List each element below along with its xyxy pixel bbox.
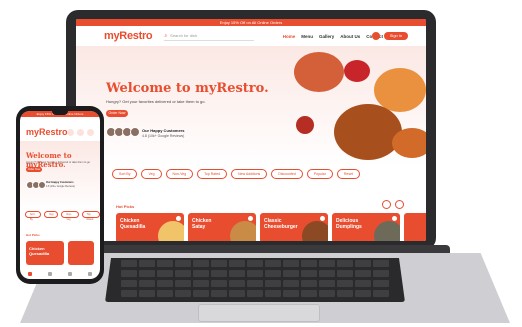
phone-bottom-nav bbox=[20, 269, 100, 279]
laptop-screen: Enjoy 15% Off on All Online Orders myRes… bbox=[76, 19, 426, 241]
filter-popular[interactable]: Popular bbox=[306, 169, 333, 179]
nav-gallery[interactable]: Gallery bbox=[319, 34, 334, 39]
heart-icon[interactable] bbox=[176, 216, 181, 221]
food-image bbox=[344, 60, 370, 82]
avatar bbox=[130, 127, 140, 137]
rating-text: 4.8 (10k+ Google Reviews) bbox=[142, 134, 185, 138]
filter-nonveg[interactable]: Non-Veg bbox=[165, 169, 194, 179]
avatar bbox=[38, 181, 46, 189]
phone-product-card[interactable] bbox=[68, 241, 94, 265]
card-title: Chicken Quesadilla bbox=[29, 246, 50, 256]
home-icon[interactable] bbox=[28, 272, 32, 276]
hero bbox=[76, 46, 426, 166]
menu-icon[interactable] bbox=[87, 129, 94, 136]
keyboard bbox=[105, 258, 405, 302]
filter-sort[interactable]: Sort By bbox=[25, 211, 42, 221]
product-card[interactable]: Delicious Dumplings bbox=[332, 213, 400, 241]
phone-screen: Enjoy 15% Off on All Online Orders myRes… bbox=[20, 111, 100, 279]
phone-order-button[interactable]: Order Now bbox=[26, 167, 42, 172]
hero-title: Welcome to myRestro. bbox=[106, 81, 269, 96]
navbar: myRestro ⌕ Search for dish Home Menu Gal… bbox=[76, 26, 426, 46]
menu-icon[interactable] bbox=[48, 272, 52, 276]
phone-product-card[interactable]: Chicken Quesadilla bbox=[26, 241, 64, 265]
food-image bbox=[302, 221, 328, 241]
customer-avatars bbox=[106, 127, 140, 137]
search-icon[interactable] bbox=[67, 129, 74, 136]
search-icon: ⌕ bbox=[164, 32, 168, 39]
search-placeholder: Search for dish bbox=[170, 33, 198, 38]
next-arrow-icon[interactable] bbox=[395, 200, 404, 209]
filter-toprated[interactable]: Top Rated bbox=[81, 211, 100, 221]
filter-sort[interactable]: Sort By bbox=[112, 169, 138, 179]
hot-picks-heading: Hot Picks bbox=[116, 204, 135, 209]
product-card[interactable] bbox=[404, 213, 426, 241]
filter-bar: Sort By Veg Non-Veg Top Rated New Additi… bbox=[112, 169, 361, 179]
filter-new[interactable]: New Additions bbox=[231, 169, 268, 179]
phone-hot-picks: Hot Picks bbox=[26, 233, 40, 237]
filter-veg[interactable]: Veg bbox=[141, 169, 162, 179]
nav-menu[interactable]: Menu bbox=[301, 34, 313, 39]
logo[interactable]: myRestro bbox=[104, 30, 153, 42]
heart-icon[interactable] bbox=[392, 216, 397, 221]
food-image bbox=[374, 68, 426, 112]
filter-discounted[interactable]: Discounted bbox=[271, 169, 303, 179]
card-title: Chicken Satay bbox=[192, 218, 212, 230]
carousel-arrows bbox=[382, 200, 404, 209]
product-card[interactable]: Chicken Quesadilla bbox=[116, 213, 184, 241]
search-input[interactable]: ⌕ Search for dish bbox=[164, 32, 255, 41]
card-title: Chicken Quesadilla bbox=[120, 218, 146, 230]
cart-icon[interactable] bbox=[372, 32, 380, 40]
filter-nonveg[interactable]: Non-Veg bbox=[61, 211, 79, 221]
phone-happy-label: Our Happy Customers bbox=[46, 181, 74, 184]
phone-filter-bar: Sort By Veg Non-Veg Top Rated bbox=[25, 211, 100, 221]
product-card[interactable]: Classic Cheeseburger bbox=[260, 213, 328, 241]
phone-hero-subtitle: Hungry? Get your favorites delivered or … bbox=[26, 161, 91, 164]
food-image bbox=[374, 221, 400, 241]
phone-avatars bbox=[26, 181, 46, 189]
heart-icon[interactable] bbox=[248, 216, 253, 221]
filter-veg[interactable]: Veg bbox=[44, 211, 59, 218]
signin-button[interactable]: Sign In bbox=[384, 32, 408, 40]
profile-icon[interactable] bbox=[88, 272, 92, 276]
roast-chicken-image bbox=[334, 104, 402, 160]
filter-toprated[interactable]: Top Rated bbox=[197, 169, 228, 179]
food-image bbox=[158, 221, 184, 241]
prev-arrow-icon[interactable] bbox=[382, 200, 391, 209]
sauce-image bbox=[296, 116, 314, 134]
card-title: Delicious Dumplings bbox=[336, 218, 362, 230]
nav-home[interactable]: Home bbox=[283, 34, 296, 39]
phone-logo[interactable]: myRestro bbox=[26, 127, 68, 137]
order-now-button[interactable]: Order Now bbox=[106, 110, 128, 117]
nav-about[interactable]: About Us bbox=[340, 34, 360, 39]
trackpad bbox=[198, 304, 320, 322]
phone-rating: 4.8 (10k+ Google Reviews) bbox=[46, 185, 75, 188]
filter-reset[interactable]: Reset bbox=[336, 169, 361, 179]
food-image bbox=[294, 52, 344, 92]
cart-icon[interactable] bbox=[68, 272, 72, 276]
cart-icon[interactable] bbox=[77, 129, 84, 136]
phone-header-icons bbox=[67, 129, 94, 136]
food-image bbox=[230, 221, 256, 241]
heart-icon[interactable] bbox=[320, 216, 325, 221]
happy-customers-label: Our Happy Customers bbox=[142, 128, 185, 133]
card-title: Classic Cheeseburger bbox=[264, 218, 298, 230]
promo-bar: Enjoy 15% Off on All Online Orders bbox=[76, 19, 426, 26]
phone-notch bbox=[52, 111, 68, 115]
food-image bbox=[392, 128, 426, 158]
product-card[interactable]: Chicken Satay bbox=[188, 213, 256, 241]
hero-subtitle: Hungry? Get your favorites delivered or … bbox=[106, 99, 206, 104]
